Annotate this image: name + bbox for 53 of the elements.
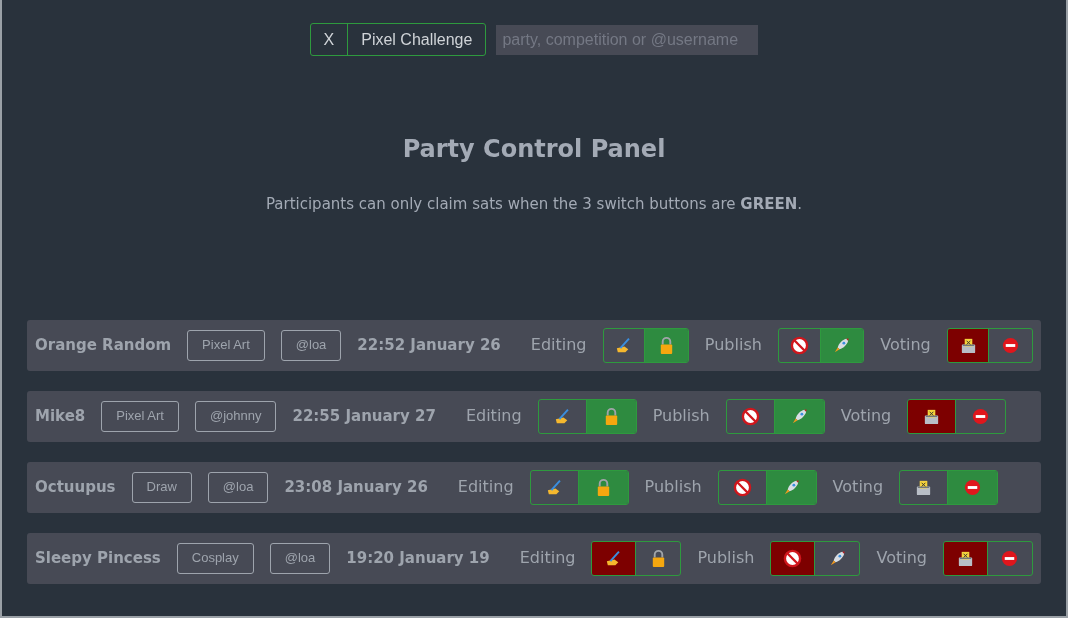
no-entry-icon: [1001, 335, 1021, 355]
prohibited-icon: [783, 548, 803, 568]
timestamp: 22:55 January 27: [292, 405, 436, 427]
toggle-switch[interactable]: [591, 540, 682, 576]
rocket-icon: [832, 335, 852, 355]
switch-label: Editing: [457, 476, 514, 498]
category-tag: Draw: [131, 471, 192, 503]
no-entry-icon: [971, 406, 991, 426]
timestamp: 23:08 January 26: [284, 476, 428, 498]
toggle-switch[interactable]: [777, 327, 865, 363]
switch-label: Voting: [840, 405, 892, 427]
toggle-switch[interactable]: [899, 469, 999, 505]
party-name: Octuupus: [35, 476, 116, 498]
switch-label: Publish: [697, 547, 755, 569]
toggle-switch[interactable]: [717, 469, 817, 505]
notice-text: Participants can only claim sats when the 3 switch buttons are GREEN.: [264, 194, 804, 215]
toggle-switch[interactable]: [725, 398, 825, 434]
switch-label: Editing: [530, 334, 587, 356]
prohibited-icon: [740, 406, 760, 426]
party-name: Sleepy Pincess: [35, 547, 161, 569]
category-tag: Cosplay: [176, 542, 254, 574]
no-entry-icon: [963, 477, 983, 497]
username-link[interactable]: @loa: [269, 542, 331, 574]
toggle-switch[interactable]: [770, 540, 861, 576]
timestamp: 19:20 January 19: [346, 547, 490, 569]
toggle-switch[interactable]: [946, 327, 1033, 363]
switch-label: Editing: [465, 405, 522, 427]
switch-label: Publish: [644, 476, 702, 498]
clear-filter-button[interactable]: X: [310, 24, 349, 55]
switch-label: Voting: [876, 547, 927, 569]
party-name: Orange Random: [35, 334, 172, 356]
prohibited-icon: [732, 477, 752, 497]
filter-tag: Pixel Challenge: [348, 24, 486, 55]
switch-label: Voting: [880, 334, 931, 356]
toggle-switch[interactable]: [537, 398, 637, 434]
username-link[interactable]: @loa: [207, 471, 269, 503]
party-name: Mike8: [35, 405, 86, 427]
toggle-switch[interactable]: [907, 398, 1007, 434]
switch-label: Publish: [652, 405, 710, 427]
toggle-switch[interactable]: [529, 469, 629, 505]
toggle-switch[interactable]: [943, 540, 1033, 576]
switch-label: Voting: [832, 476, 884, 498]
username-link[interactable]: @loa: [280, 329, 342, 361]
switch-label: Editing: [519, 547, 576, 569]
toggle-switch[interactable]: [602, 327, 689, 363]
no-entry-icon: [1000, 548, 1020, 568]
page-title: Party Control Panel: [401, 134, 667, 165]
category-tag: Pixel Art: [101, 400, 179, 432]
username-link[interactable]: @johnny: [194, 400, 277, 432]
switch-label: Publish: [704, 334, 762, 356]
timestamp: 22:52 January 26: [357, 334, 501, 356]
category-tag: Pixel Art: [187, 329, 265, 361]
prohibited-icon: [789, 335, 809, 355]
